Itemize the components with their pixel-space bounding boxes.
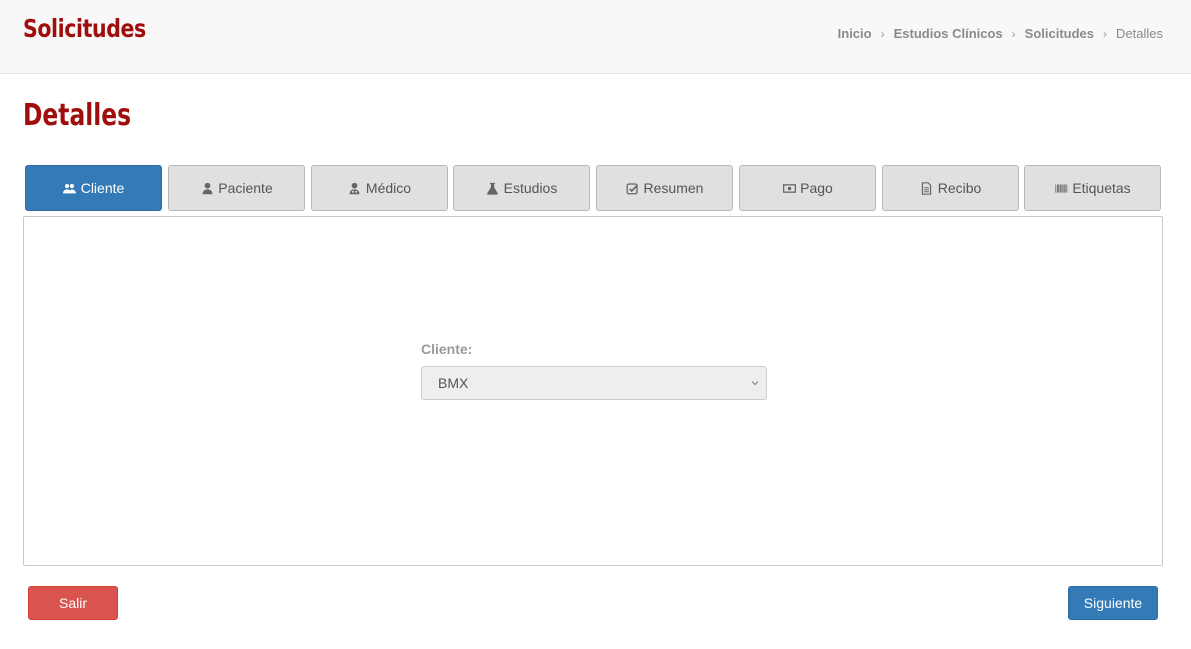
doctor-icon (348, 181, 362, 195)
chevron-right-icon: › (1103, 26, 1108, 41)
tab-recibo[interactable]: Recibo (882, 165, 1019, 211)
tab-label: Recibo (937, 180, 982, 196)
cliente-label: Cliente: (421, 341, 473, 357)
cliente-select-value: BMX (438, 375, 469, 391)
tab-label: Paciente (218, 180, 273, 196)
chevron-right-icon: › (880, 26, 885, 41)
tab-label: Etiquetas (1072, 180, 1131, 196)
app-title: Solicitudes (23, 14, 146, 43)
file-text-icon (920, 181, 934, 195)
breadcrumb-estudios-clinicos[interactable]: Estudios Clínicos (894, 26, 1003, 41)
tab-etiquetas[interactable]: Etiquetas (1024, 165, 1161, 211)
tab-paciente[interactable]: Paciente (168, 165, 305, 211)
page-title: Detalles (23, 98, 132, 133)
cliente-select[interactable]: BMX (421, 366, 767, 400)
money-icon (782, 181, 796, 195)
tab-resumen[interactable]: Resumen (596, 165, 733, 211)
tab-content-panel: Cliente: BMX (23, 216, 1163, 566)
tab-label: Estudios (503, 180, 558, 196)
flask-icon (486, 181, 500, 195)
chevron-right-icon: › (1011, 26, 1016, 41)
breadcrumb: Inicio › Estudios Clínicos › Solicitudes… (838, 26, 1163, 41)
tab-label: Resumen (643, 180, 704, 196)
tab-label: Médico (365, 180, 412, 196)
exit-button[interactable]: Salir (28, 586, 118, 620)
top-header: Solicitudes Inicio › Estudios Clínicos ›… (0, 0, 1191, 74)
breadcrumb-detalles: Detalles (1116, 26, 1163, 41)
breadcrumb-inicio[interactable]: Inicio (838, 26, 872, 41)
tab-pago[interactable]: Pago (739, 165, 876, 211)
tab-medico[interactable]: Médico (311, 165, 448, 211)
barcode-icon (1054, 181, 1068, 195)
chevron-down-icon (751, 381, 759, 386)
tab-cliente[interactable]: Cliente (25, 165, 162, 211)
wizard-tabs: Cliente Paciente Médico Estudios Resumen… (25, 165, 1162, 211)
next-button[interactable]: Siguiente (1068, 586, 1158, 620)
breadcrumb-solicitudes[interactable]: Solicitudes (1025, 26, 1094, 41)
tab-label: Pago (800, 180, 833, 196)
user-icon (200, 181, 214, 195)
tab-estudios[interactable]: Estudios (453, 165, 590, 211)
users-icon (63, 181, 77, 195)
check-square-icon (626, 181, 640, 195)
tab-label: Cliente (80, 180, 125, 196)
